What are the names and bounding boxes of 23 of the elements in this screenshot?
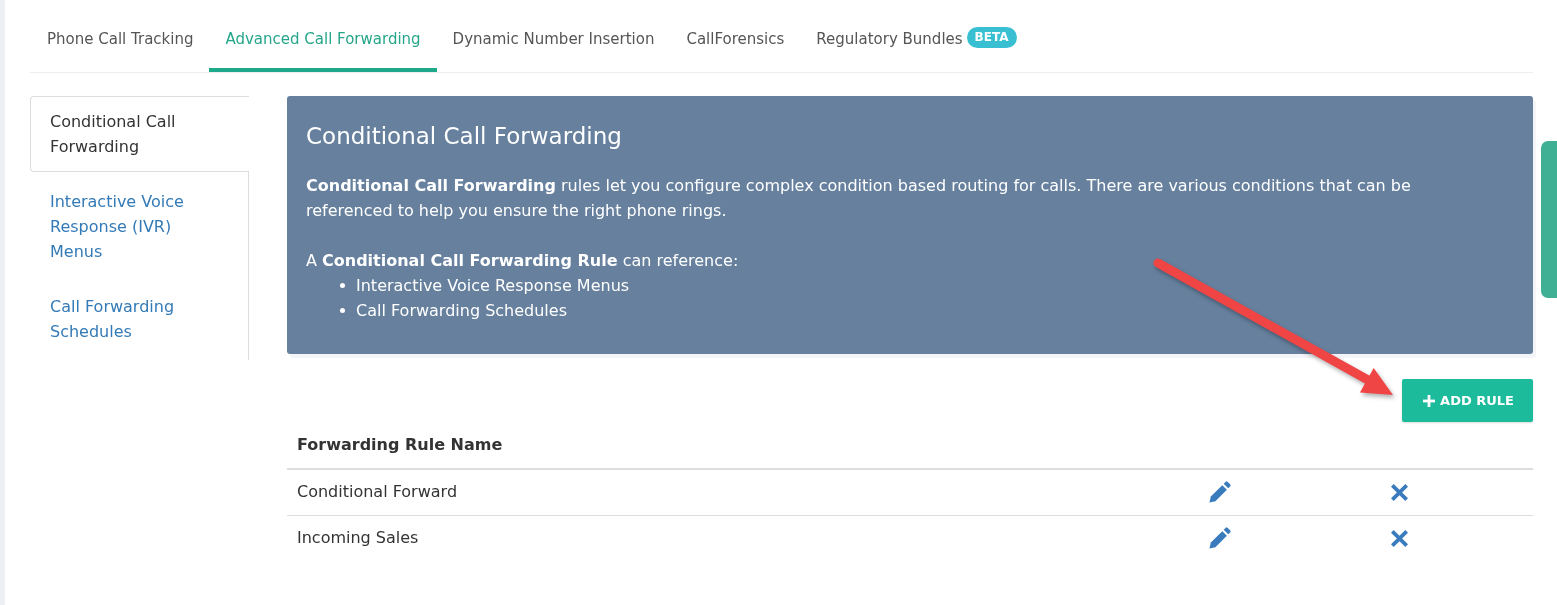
- nav-tab[interactable]: CallForensics: [670, 10, 801, 72]
- delete-icon[interactable]: [1390, 483, 1408, 501]
- panel-description: Conditional Call Forwarding rules let you configure complex condition based routing for calls. There are various conditions that can be referenced to help you ensure the right phone rings.: [306, 175, 1412, 222]
- nav-tab[interactable]: Regulatory Bundles BETA: [800, 10, 1033, 72]
- nav-tab[interactable]: Dynamic Number Insertion: [436, 10, 671, 72]
- sidebar-item[interactable]: Interactive Voice Response (IVR) Menus: [30, 172, 249, 277]
- list-item-text: Call Forwarding Schedules: [356, 300, 567, 322]
- panel-title: Conditional Call Forwarding: [306, 122, 623, 151]
- list-item-text: Interactive Voice Response Menus: [356, 275, 630, 297]
- bullet-icon: [340, 283, 345, 288]
- edit-icon[interactable]: [1209, 527, 1231, 549]
- table-cell-text: Incoming Sales: [296, 527, 419, 549]
- status-badge: BETA: [966, 27, 1017, 48]
- bullet-icon: [340, 308, 345, 313]
- table-cell-text: Conditional Forward: [296, 481, 458, 503]
- edit-icon[interactable]: [1209, 481, 1231, 503]
- plus-icon: [1423, 394, 1436, 407]
- sidebar-item[interactable]: Call Forwarding Schedules: [30, 277, 249, 360]
- delete-icon[interactable]: [1390, 529, 1408, 547]
- column-header: Forwarding Rule Name: [297, 435, 503, 454]
- list-intro: A Conditional Call Forwarding Rule can reference:: [306, 250, 740, 272]
- sidebar-item[interactable]: Conditional Call Forwarding: [30, 96, 249, 172]
- nav-tab[interactable]: Phone Call Tracking: [31, 10, 210, 72]
